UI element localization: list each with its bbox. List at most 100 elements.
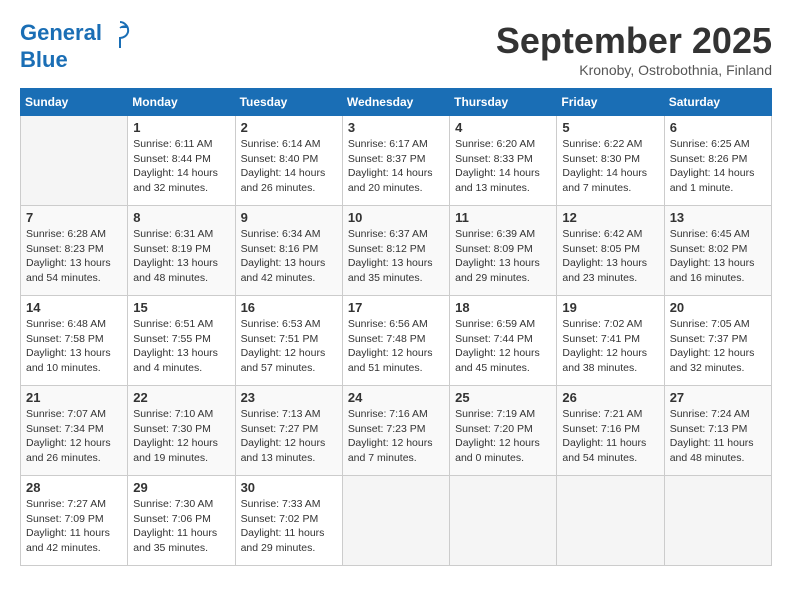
calendar-header-cell: Sunday [21,89,128,116]
day-number: 4 [455,120,551,135]
calendar-week-row: 28Sunrise: 7:27 AM Sunset: 7:09 PM Dayli… [21,476,772,566]
day-number: 5 [562,120,658,135]
day-number: 17 [348,300,444,315]
calendar-day-cell: 15 Sunrise: 6:51 AM Sunset: 7:55 PM Dayli… [128,296,235,386]
day-info: Sunrise: 6:20 AM Sunset: 8:33 PM Dayligh… [455,137,551,196]
day-info: Sunrise: 6:59 AM Sunset: 7:44 PM Dayligh… [455,317,551,376]
calendar-week-row: 14 Sunrise: 6:48 AM Sunset: 7:58 PM Dayli… [21,296,772,386]
day-info: Sunrise: 7:19 AM Sunset: 7:20 PM Dayligh… [455,407,551,466]
calendar-day-cell: 29 Sunrise: 7:30 AM Sunset: 7:06 PM Dayli… [128,476,235,566]
calendar-day-cell: 9Sunrise: 6:34 AM Sunset: 8:16 PM Daylig… [235,206,342,296]
calendar-day-cell: 7Sunrise: 6:28 AM Sunset: 8:23 PM Daylig… [21,206,128,296]
day-number: 12 [562,210,658,225]
day-info: Sunrise: 6:56 AM Sunset: 7:48 PM Dayligh… [348,317,444,376]
day-number: 30 [241,480,337,495]
day-number: 25 [455,390,551,405]
day-info: Sunrise: 7:05 AM Sunset: 7:37 PM Dayligh… [670,317,766,376]
calendar-header-cell: Friday [557,89,664,116]
day-info: Sunrise: 7:13 AM Sunset: 7:27 PM Dayligh… [241,407,337,466]
day-info: Sunrise: 6:39 AM Sunset: 8:09 PM Dayligh… [455,227,551,286]
calendar-table: SundayMondayTuesdayWednesdayThursdayFrid… [20,88,772,566]
calendar-header-cell: Thursday [450,89,557,116]
calendar-day-cell [21,116,128,206]
day-number: 10 [348,210,444,225]
calendar-day-cell: 18 Sunrise: 6:59 AM Sunset: 7:44 PM Dayli… [450,296,557,386]
calendar-day-cell: 22Sunrise: 7:10 AM Sunset: 7:30 PM Dayli… [128,386,235,476]
day-number: 19 [562,300,658,315]
day-info: Sunrise: 6:11 AM Sunset: 8:44 PM Dayligh… [133,137,229,196]
calendar-day-cell: 23 Sunrise: 7:13 AM Sunset: 7:27 PM Dayli… [235,386,342,476]
logo-text: General [20,20,130,48]
calendar-day-cell: 16Sunrise: 6:53 AM Sunset: 7:51 PM Dayli… [235,296,342,386]
title-block: September 2025 Kronoby, Ostrobothnia, Fi… [496,20,772,78]
day-number: 9 [241,210,337,225]
day-info: Sunrise: 6:28 AM Sunset: 8:23 PM Dayligh… [26,227,122,286]
calendar-day-cell: 14 Sunrise: 6:48 AM Sunset: 7:58 PM Dayli… [21,296,128,386]
calendar-day-cell: 13 Sunrise: 6:45 AM Sunset: 8:02 PM Dayli… [664,206,771,296]
day-info: Sunrise: 6:48 AM Sunset: 7:58 PM Dayligh… [26,317,122,376]
day-info: Sunrise: 7:33 AM Sunset: 7:02 PM Dayligh… [241,497,337,556]
calendar-day-cell: 19 Sunrise: 7:02 AM Sunset: 7:41 PM Dayli… [557,296,664,386]
calendar-day-cell [450,476,557,566]
calendar-day-cell: 28Sunrise: 7:27 AM Sunset: 7:09 PM Dayli… [21,476,128,566]
calendar-day-cell: 20 Sunrise: 7:05 AM Sunset: 7:37 PM Dayli… [664,296,771,386]
logo-blue-text: Blue [20,48,130,72]
calendar-week-row: 7Sunrise: 6:28 AM Sunset: 8:23 PM Daylig… [21,206,772,296]
calendar-day-cell: 30 Sunrise: 7:33 AM Sunset: 7:02 PM Dayli… [235,476,342,566]
day-info: Sunrise: 6:25 AM Sunset: 8:26 PM Dayligh… [670,137,766,196]
day-info: Sunrise: 7:24 AM Sunset: 7:13 PM Dayligh… [670,407,766,466]
day-number: 23 [241,390,337,405]
day-number: 11 [455,210,551,225]
calendar-body: 1 Sunrise: 6:11 AM Sunset: 8:44 PM Daylig… [21,116,772,566]
day-number: 15 [133,300,229,315]
day-info: Sunrise: 7:02 AM Sunset: 7:41 PM Dayligh… [562,317,658,376]
calendar-day-cell: 27Sunrise: 7:24 AM Sunset: 7:13 PM Dayli… [664,386,771,476]
day-info: Sunrise: 6:42 AM Sunset: 8:05 PM Dayligh… [562,227,658,286]
calendar-day-cell: 25 Sunrise: 7:19 AM Sunset: 7:20 PM Dayli… [450,386,557,476]
day-info: Sunrise: 7:07 AM Sunset: 7:34 PM Dayligh… [26,407,122,466]
calendar-day-cell: 24Sunrise: 7:16 AM Sunset: 7:23 PM Dayli… [342,386,449,476]
calendar-day-cell [342,476,449,566]
day-info: Sunrise: 7:30 AM Sunset: 7:06 PM Dayligh… [133,497,229,556]
day-number: 29 [133,480,229,495]
day-number: 16 [241,300,337,315]
calendar-day-cell [557,476,664,566]
day-number: 3 [348,120,444,135]
logo-bird-icon [110,20,130,48]
day-info: Sunrise: 6:22 AM Sunset: 8:30 PM Dayligh… [562,137,658,196]
day-info: Sunrise: 7:16 AM Sunset: 7:23 PM Dayligh… [348,407,444,466]
calendar-day-cell: 26Sunrise: 7:21 AM Sunset: 7:16 PM Dayli… [557,386,664,476]
day-info: Sunrise: 6:31 AM Sunset: 8:19 PM Dayligh… [133,227,229,286]
calendar-day-cell [664,476,771,566]
day-number: 21 [26,390,122,405]
calendar-header-cell: Saturday [664,89,771,116]
day-info: Sunrise: 6:51 AM Sunset: 7:55 PM Dayligh… [133,317,229,376]
calendar-header-row: SundayMondayTuesdayWednesdayThursdayFrid… [21,89,772,116]
logo: General Blue [20,20,130,72]
day-info: Sunrise: 6:17 AM Sunset: 8:37 PM Dayligh… [348,137,444,196]
calendar-day-cell: 4 Sunrise: 6:20 AM Sunset: 8:33 PM Daylig… [450,116,557,206]
calendar-day-cell: 2Sunrise: 6:14 AM Sunset: 8:40 PM Daylig… [235,116,342,206]
day-info: Sunrise: 7:21 AM Sunset: 7:16 PM Dayligh… [562,407,658,466]
day-number: 22 [133,390,229,405]
day-number: 28 [26,480,122,495]
calendar-day-cell: 11 Sunrise: 6:39 AM Sunset: 8:09 PM Dayli… [450,206,557,296]
day-number: 13 [670,210,766,225]
calendar-day-cell: 8Sunrise: 6:31 AM Sunset: 8:19 PM Daylig… [128,206,235,296]
calendar-day-cell: 10 Sunrise: 6:37 AM Sunset: 8:12 PM Dayli… [342,206,449,296]
day-number: 14 [26,300,122,315]
page-header: General Blue September 2025 Kronoby, Ost… [20,20,772,78]
day-info: Sunrise: 6:45 AM Sunset: 8:02 PM Dayligh… [670,227,766,286]
day-info: Sunrise: 6:37 AM Sunset: 8:12 PM Dayligh… [348,227,444,286]
calendar-day-cell: 17 Sunrise: 6:56 AM Sunset: 7:48 PM Dayli… [342,296,449,386]
calendar-day-cell: 12 Sunrise: 6:42 AM Sunset: 8:05 PM Dayli… [557,206,664,296]
day-number: 1 [133,120,229,135]
location-subtitle: Kronoby, Ostrobothnia, Finland [496,62,772,78]
calendar-header-cell: Monday [128,89,235,116]
day-number: 2 [241,120,337,135]
calendar-week-row: 21 Sunrise: 7:07 AM Sunset: 7:34 PM Dayli… [21,386,772,476]
calendar-day-cell: 5 Sunrise: 6:22 AM Sunset: 8:30 PM Daylig… [557,116,664,206]
day-number: 20 [670,300,766,315]
calendar-header-cell: Tuesday [235,89,342,116]
day-number: 18 [455,300,551,315]
